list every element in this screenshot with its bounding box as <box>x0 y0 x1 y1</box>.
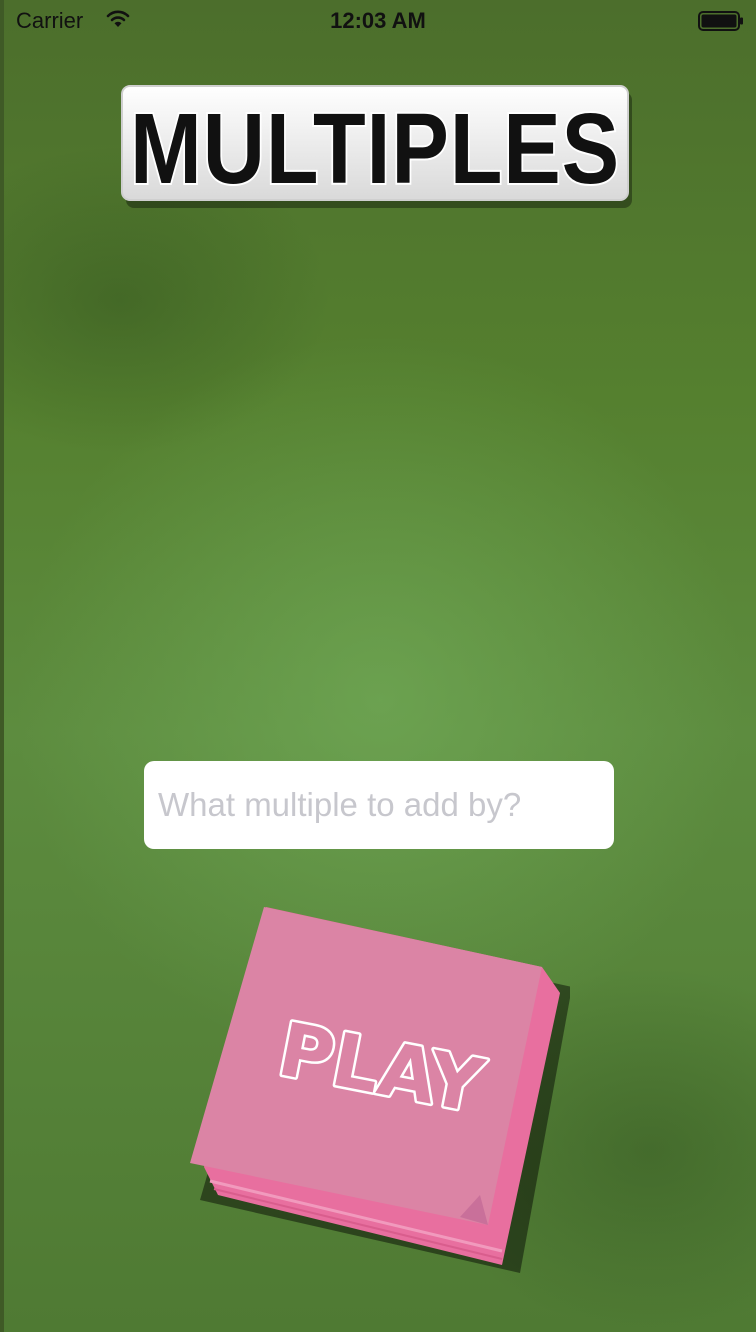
multiple-input[interactable] <box>144 761 614 849</box>
window-edge <box>0 0 4 1332</box>
title-text: MULTIPLES <box>130 93 620 205</box>
status-time: 12:03 AM <box>330 8 426 33</box>
status-bar: Carrier 12:03 AM <box>0 0 756 40</box>
app-screen: Carrier 12:03 AM MULTIPLES What multiple… <box>0 0 756 1332</box>
title-logo: MULTIPLES <box>121 85 632 208</box>
play-button[interactable]: PLAY PLAY <box>180 895 570 1275</box>
battery-icon <box>698 11 743 31</box>
